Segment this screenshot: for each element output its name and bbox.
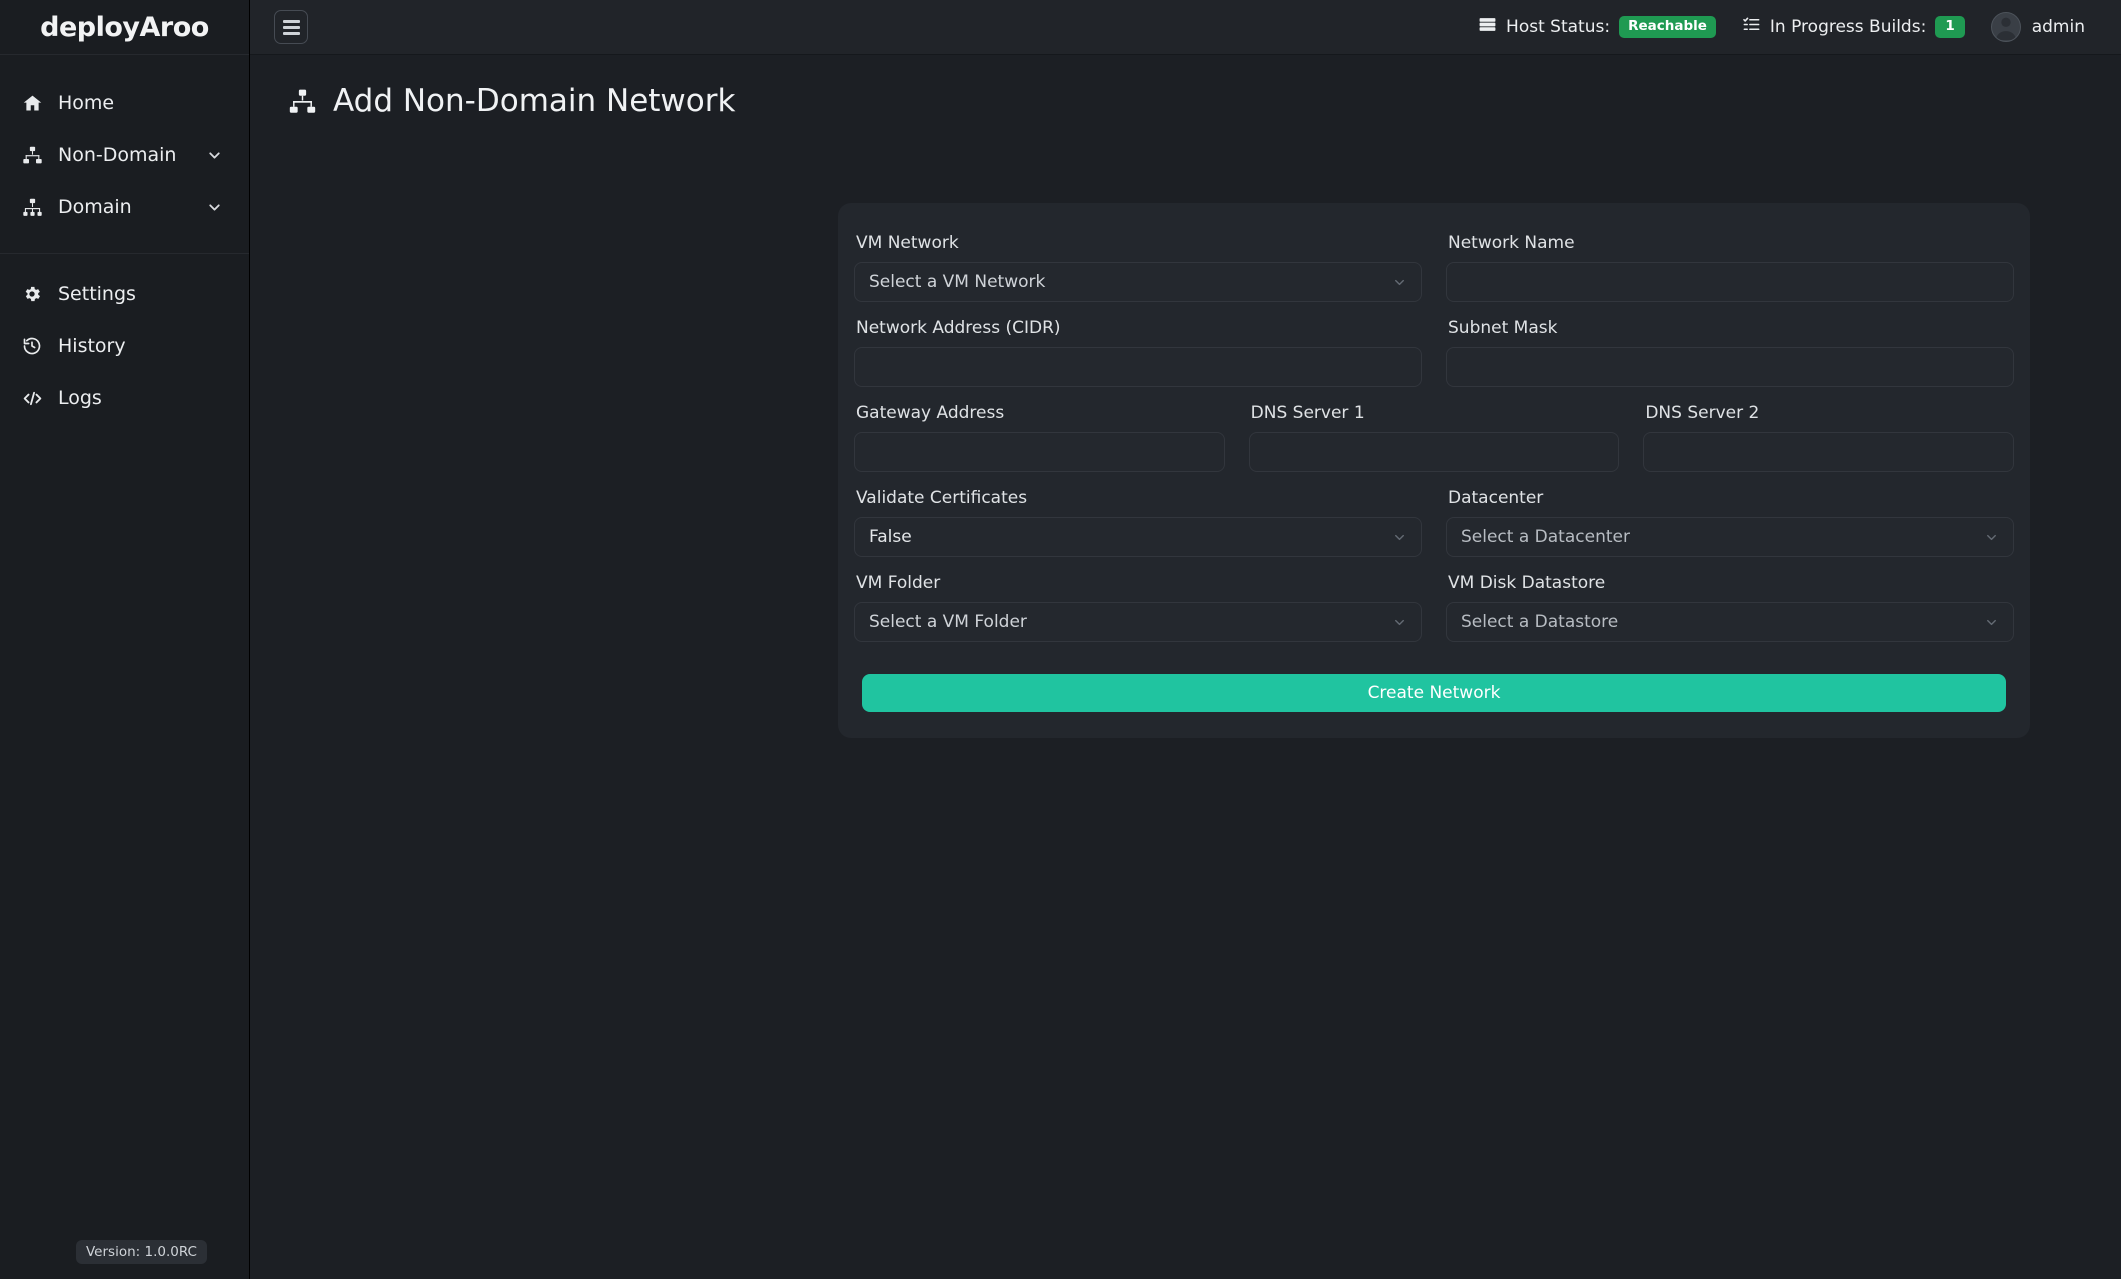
field-vm-disk-datastore: VM Disk Datastore Select a Datastore — [1446, 563, 2014, 642]
avatar — [1990, 12, 2021, 42]
hamburger-bar-3 — [282, 31, 300, 35]
version-badge: Version: 1.0.0RC — [76, 1240, 207, 1264]
chevron-down-icon-datacenter — [1984, 530, 1999, 545]
form-row-2: Network Address (CIDR) Subnet Mask — [854, 308, 2014, 393]
sidebar: deployAroo Home Non-Domain Domain Settin… — [0, 0, 250, 1279]
add-network-form-card: VM Network Select a VM Network Network N… — [838, 203, 2030, 738]
chevron-down-icon-validate-certificates — [1392, 530, 1407, 545]
builds-label: In Progress Builds: — [1769, 17, 1927, 37]
field-subnet-mask: Subnet Mask — [1446, 308, 2014, 387]
label-datacenter: Datacenter — [1448, 488, 1544, 508]
label-dns-server-2: DNS Server 2 — [1645, 403, 1760, 423]
form-row-1: VM Network Select a VM Network Network N… — [854, 223, 2014, 308]
sidebar-item-settings[interactable]: Settings — [0, 268, 249, 320]
validate-certificates-value: False — [869, 527, 912, 547]
server-icon — [1478, 15, 1497, 39]
user-menu[interactable]: admin — [1990, 12, 2085, 42]
sidebar-item-label-non-domain: Non-Domain — [58, 144, 177, 166]
sidebar-divider — [0, 253, 249, 254]
hamburger-bar-2 — [282, 25, 300, 29]
datacenter-value: Select a Datacenter — [1461, 527, 1630, 547]
form-row-3: Gateway Address DNS Server 1 DNS Server … — [854, 393, 2015, 478]
datacenter-select[interactable]: Select a Datacenter — [1446, 517, 2014, 557]
chevron-down-icon-vm-folder — [1392, 615, 1407, 630]
topbar: Host Status: Reachable In Progress Build… — [250, 0, 2121, 55]
form-row-4: Validate Certificates False Datacenter S… — [854, 478, 2014, 563]
field-network-name: Network Name — [1446, 223, 2014, 302]
label-validate-certificates: Validate Certificates — [856, 488, 1028, 508]
subnet-mask-input[interactable] — [1446, 347, 2014, 387]
vm-folder-select[interactable]: Select a VM Folder — [854, 602, 1422, 642]
tasks-list-icon — [1742, 15, 1761, 39]
vm-folder-value: Select a VM Folder — [869, 612, 1027, 632]
sitemap-two-icon — [22, 145, 48, 166]
builds-count-badge: 1 — [1935, 16, 1965, 38]
label-network-address: Network Address (CIDR) — [856, 318, 1061, 338]
gateway-address-input[interactable] — [854, 432, 1225, 472]
field-dns-server-1: DNS Server 1 — [1248, 393, 1620, 472]
chevron-down-icon-vm-network — [1392, 275, 1407, 290]
brand-name: deployAroo — [40, 11, 209, 43]
vm-network-select[interactable]: Select a VM Network — [854, 262, 1422, 302]
label-network-name: Network Name — [1448, 233, 1575, 253]
label-gateway-address: Gateway Address — [856, 403, 1005, 423]
chevron-down-icon-domain[interactable] — [206, 199, 223, 216]
label-vm-folder: VM Folder — [856, 573, 941, 593]
page-title: Add Non-Domain Network — [288, 83, 2121, 119]
sidebar-item-home[interactable]: Home — [0, 77, 249, 129]
sidebar-item-label-home: Home — [58, 92, 115, 114]
home-icon — [22, 93, 48, 114]
vm-disk-datastore-select[interactable]: Select a Datastore — [1446, 602, 2014, 642]
sidebar-item-label-history: History — [58, 335, 126, 357]
host-status-group: Host Status: Reachable — [1478, 15, 1716, 39]
main-area: Host Status: Reachable In Progress Build… — [250, 0, 2121, 1279]
gear-icon — [22, 284, 48, 304]
chevron-down-icon-vm-disk-datastore — [1984, 615, 1999, 630]
sidebar-item-label-domain: Domain — [58, 196, 132, 218]
sidebar-item-non-domain[interactable]: Non-Domain — [0, 129, 249, 181]
vm-network-value: Select a VM Network — [869, 272, 1046, 292]
network-address-input[interactable] — [854, 347, 1422, 387]
hamburger-icon[interactable] — [274, 10, 308, 44]
field-gateway-address: Gateway Address — [854, 393, 1225, 472]
label-vm-network: VM Network — [856, 233, 959, 253]
topbar-right: Host Status: Reachable In Progress Build… — [1478, 12, 2103, 42]
host-status-label: Host Status: — [1506, 17, 1611, 37]
sitemap-three-icon — [22, 197, 48, 218]
vm-disk-datastore-value: Select a Datastore — [1461, 612, 1619, 632]
user-name: admin — [2031, 17, 2085, 37]
sitemap-icon — [288, 87, 317, 116]
brand-logo[interactable]: deployAroo — [0, 0, 249, 55]
sidebar-item-label-logs: Logs — [58, 387, 102, 409]
dns-server-1-input[interactable] — [1248, 432, 1620, 472]
app-root: deployAroo Home Non-Domain Domain Settin… — [0, 0, 2121, 1279]
dns-server-2-input[interactable] — [1643, 432, 2015, 472]
hamburger-bar-1 — [282, 19, 300, 23]
label-vm-disk-datastore: VM Disk Datastore — [1448, 573, 1606, 593]
clock-rotate-left-icon — [22, 336, 48, 356]
field-dns-server-2: DNS Server 2 — [1643, 393, 2015, 472]
network-name-input[interactable] — [1446, 262, 2014, 302]
field-vm-folder: VM Folder Select a VM Folder — [854, 563, 1422, 642]
sidebar-item-logs[interactable]: Logs — [0, 372, 249, 424]
status-badge: Reachable — [1619, 16, 1716, 38]
field-vm-network: VM Network Select a VM Network — [854, 223, 1422, 302]
field-validate-certificates: Validate Certificates False — [854, 478, 1422, 557]
sidebar-item-history[interactable]: History — [0, 320, 249, 372]
create-network-button[interactable]: Create Network — [862, 674, 2006, 712]
field-datacenter: Datacenter Select a Datacenter — [1446, 478, 2014, 557]
code-icon — [22, 388, 48, 409]
page-title-text: Add Non-Domain Network — [333, 83, 736, 119]
chevron-down-icon-non-domain[interactable] — [206, 147, 223, 164]
sidebar-nav: Home Non-Domain Domain Settings History … — [0, 55, 249, 424]
sidebar-item-domain[interactable]: Domain — [0, 181, 249, 233]
builds-group: In Progress Builds: 1 — [1742, 15, 1965, 39]
label-dns-server-1: DNS Server 1 — [1250, 403, 1365, 423]
content-area: Add Non-Domain Network VM Network Select… — [250, 55, 2121, 1279]
field-network-address: Network Address (CIDR) — [854, 308, 1422, 387]
form-row-5: VM Folder Select a VM Folder VM Disk Dat… — [854, 563, 2014, 648]
validate-certificates-select[interactable]: False — [854, 517, 1422, 557]
sidebar-item-label-settings: Settings — [58, 283, 136, 305]
label-subnet-mask: Subnet Mask — [1448, 318, 1558, 338]
